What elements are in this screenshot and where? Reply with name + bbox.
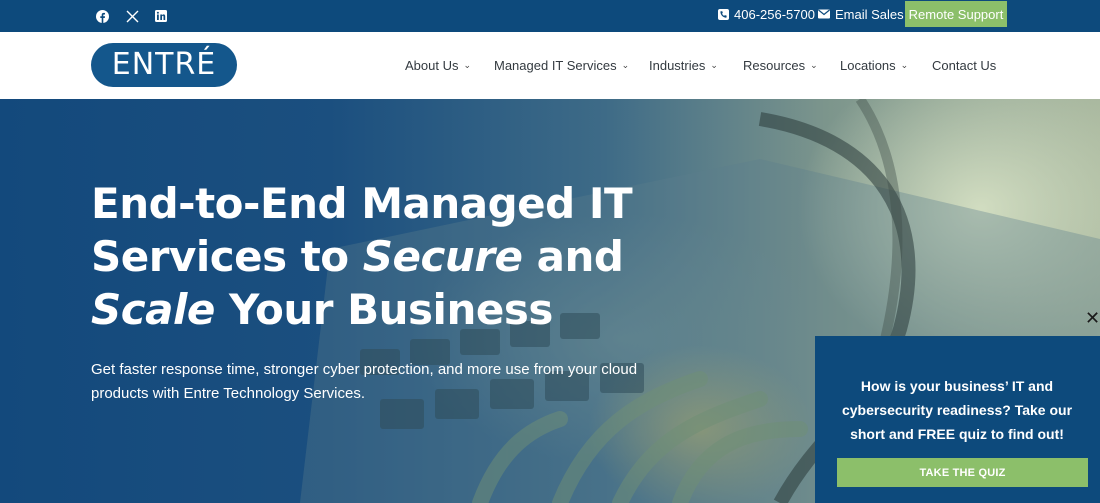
chevron-down-icon: ⌄ [900, 60, 909, 70]
chevron-down-icon: ⌄ [710, 60, 718, 70]
nav-industries[interactable]: Industries ⌄ [649, 32, 718, 99]
x-twitter-link[interactable] [121, 0, 143, 32]
logo-text: ENTRÉ [111, 47, 217, 82]
chevron-down-icon: ⌄ [463, 60, 472, 70]
top-bar: 406-256-5700 Email Sales Remote Support [0, 0, 1100, 32]
hero-headline-scale: Scale [91, 285, 215, 334]
hero-subtitle: Get faster response time, stronger cyber… [91, 361, 638, 402]
phone-icon [718, 8, 729, 20]
x-twitter-icon [126, 10, 138, 22]
email-sales-label: Email Sales [835, 6, 904, 22]
quiz-popup-text: How is your business’ IT and cybersecuri… [841, 378, 1073, 442]
nav-managed-it-services[interactable]: Managed IT Services ⌄ [494, 32, 629, 99]
nav-label: Managed IT Services [494, 58, 617, 73]
facebook-icon [95, 9, 109, 23]
chevron-down-icon: ⌄ [621, 60, 630, 70]
linkedin-icon [155, 10, 167, 22]
quiz-popup: How is your business’ IT and cybersecuri… [815, 336, 1100, 503]
nav-contact-us[interactable]: Contact Us [932, 32, 996, 99]
hero-headline-line3b: Your Business [214, 285, 553, 334]
hero-headline-line2b: and [522, 232, 624, 281]
nav-label: Resources [743, 58, 806, 73]
nav-label: About Us [405, 58, 459, 73]
phone-link[interactable]: 406-256-5700 [718, 0, 815, 28]
linkedin-link[interactable] [150, 0, 172, 32]
entre-logo[interactable]: ENTRÉ [91, 43, 237, 87]
facebook-link[interactable] [91, 0, 113, 32]
site-header: ENTRÉ About Us ⌄ Managed IT Services ⌄ I… [0, 32, 1100, 99]
hero-headline: End-to-End Managed IT Services to Secure… [91, 177, 671, 336]
chevron-down-icon: ⌄ [810, 60, 818, 70]
close-icon[interactable]: ✕ [1085, 309, 1100, 327]
nav-label: Contact Us [932, 58, 997, 73]
nav-about-us[interactable]: About Us ⌄ [405, 32, 471, 99]
hero-headline-line1: End-to-End Managed IT [91, 179, 633, 228]
hero-headline-secure: Secure [362, 232, 523, 281]
email-sales-link[interactable]: Email Sales [818, 0, 904, 28]
nav-resources[interactable]: Resources ⌄ [743, 32, 818, 99]
mail-icon [818, 9, 830, 19]
nav-label: Industries [649, 58, 706, 73]
take-the-quiz-button[interactable]: TAKE THE QUIZ [837, 458, 1088, 487]
nav-locations[interactable]: Locations ⌄ [840, 32, 908, 99]
phone-number: 406-256-5700 [734, 6, 815, 22]
remote-support-button[interactable]: Remote Support [905, 1, 1007, 27]
hero-headline-line2a: Services to [91, 232, 363, 281]
nav-label: Locations [840, 58, 896, 73]
